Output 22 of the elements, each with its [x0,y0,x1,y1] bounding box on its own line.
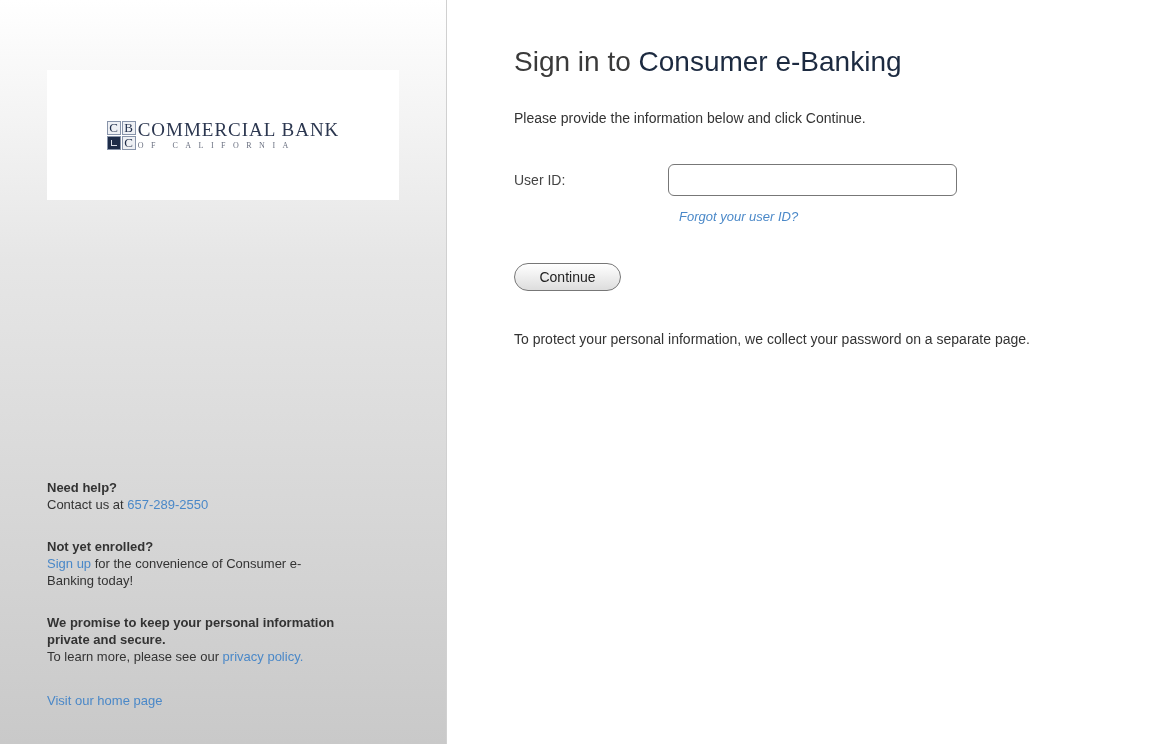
home-page-link[interactable]: Visit our home page [47,693,396,708]
section-heading: Need help? [47,479,119,496]
monogram-letter: B [121,120,136,135]
page-title: Sign in to Consumer e-Banking [514,46,903,78]
monogram-letter: C [121,135,136,150]
instructions-text: Please provide the information below and click Continue. [514,110,867,126]
continue-button[interactable]: Continue [514,263,621,291]
security-note: To protect your personal information, we collect your password on a separate page. [514,330,1031,349]
section-text: Sign up for the convenience of Consumer e-Banking today! [47,555,303,589]
field-label: User ID: [514,172,567,188]
user-id-field[interactable] [668,164,957,196]
bank-tagline: OF CALIFORNIA [137,141,297,150]
text-link[interactable]: Sign up [47,556,92,571]
text-link[interactable]: 657-289-2550 [127,497,209,512]
section-heading: Not yet enrolled? [47,538,155,555]
text-link[interactable]: privacy policy. [222,649,304,664]
monogram-letter: C [106,120,121,135]
section-heading: We promise to keep your personal information private and secure. [47,614,336,648]
section-text: Contact us at 657-289-2550 [47,496,210,513]
bank-name: COMMERCIAL BANK [137,120,340,139]
forgot-user-id-link[interactable]: Forgot your user ID? [679,209,799,224]
section-text: To learn more, please see our privacy policy. [47,648,305,665]
